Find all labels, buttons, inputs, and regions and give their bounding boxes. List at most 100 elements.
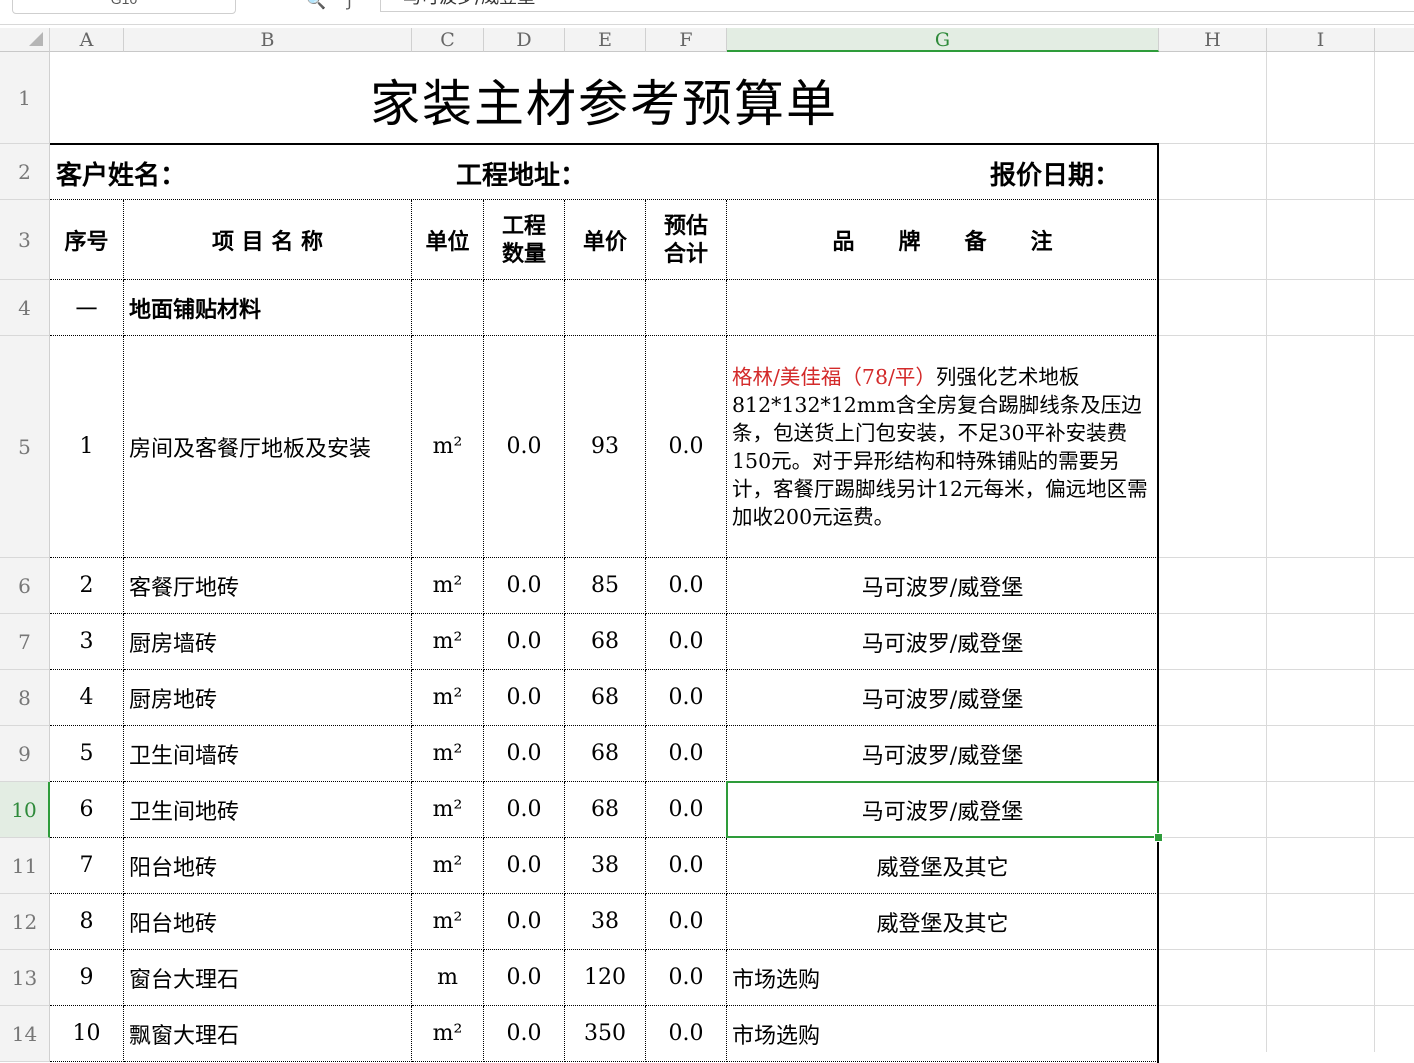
row-header-3[interactable]: 3 bbox=[0, 200, 50, 280]
item-qty[interactable]: 0.0 bbox=[484, 782, 565, 838]
item-note[interactable]: 马可波罗/威登堡 bbox=[727, 726, 1158, 782]
item-seq[interactable]: 8 bbox=[50, 894, 124, 950]
column-header-c[interactable]: C bbox=[412, 28, 484, 52]
customer-name-label[interactable]: 客户姓名： bbox=[56, 146, 186, 200]
row-header-12[interactable]: 12 bbox=[0, 894, 50, 950]
column-header-f[interactable]: F bbox=[646, 28, 727, 52]
item-total[interactable]: 0.0 bbox=[646, 726, 727, 782]
item-unit[interactable]: m² bbox=[412, 1006, 484, 1062]
item-price[interactable]: 68 bbox=[565, 670, 646, 726]
row-header-4[interactable]: 4 bbox=[0, 280, 50, 336]
item-name[interactable]: 卫生间地砖 bbox=[124, 782, 412, 838]
column-header-h[interactable]: H bbox=[1159, 28, 1267, 52]
item-unit[interactable]: m² bbox=[412, 336, 484, 558]
item-total[interactable]: 0.0 bbox=[646, 670, 727, 726]
item-unit[interactable]: m² bbox=[412, 670, 484, 726]
row-header-14[interactable]: 14 bbox=[0, 1006, 50, 1062]
item-price[interactable]: 85 bbox=[565, 558, 646, 614]
item-qty[interactable]: 0.0 bbox=[484, 838, 565, 894]
column-header-a[interactable]: A bbox=[50, 28, 124, 52]
item-note[interactable]: 威登堡及其它 bbox=[727, 894, 1158, 950]
section-total[interactable] bbox=[646, 280, 727, 336]
column-header-g[interactable]: G bbox=[727, 28, 1159, 52]
section-note[interactable] bbox=[727, 280, 1158, 336]
header-seq[interactable]: 序号 bbox=[50, 200, 124, 280]
item-price[interactable]: 68 bbox=[565, 614, 646, 670]
item-unit[interactable]: m² bbox=[412, 782, 484, 838]
item-qty[interactable]: 0.0 bbox=[484, 670, 565, 726]
item-seq[interactable]: 3 bbox=[50, 614, 124, 670]
row-header-2[interactable]: 2 bbox=[0, 144, 50, 200]
fill-handle[interactable] bbox=[1154, 833, 1163, 842]
header-brand-notes[interactable]: 品 牌 备 注 bbox=[727, 200, 1158, 280]
item-qty[interactable]: 0.0 bbox=[484, 336, 565, 558]
item-price[interactable]: 93 bbox=[565, 336, 646, 558]
item-total[interactable]: 0.0 bbox=[646, 558, 727, 614]
row-header-13[interactable]: 13 bbox=[0, 950, 50, 1006]
item-qty[interactable]: 0.0 bbox=[484, 1006, 565, 1062]
item-price[interactable]: 68 bbox=[565, 726, 646, 782]
row-header-7[interactable]: 7 bbox=[0, 614, 50, 670]
formula-input[interactable]: 马可波罗/威登堡 bbox=[380, 0, 1414, 12]
column-header-e[interactable]: E bbox=[565, 28, 646, 52]
item-seq[interactable]: 1 bbox=[50, 336, 124, 558]
quote-date-label[interactable]: 报价日期： bbox=[990, 146, 1120, 200]
column-header-b[interactable]: B bbox=[124, 28, 412, 52]
item-note[interactable]: 马可波罗/威登堡 bbox=[727, 614, 1158, 670]
item-unit[interactable]: m² bbox=[412, 558, 484, 614]
item-note[interactable]: 市场选购 bbox=[727, 1006, 1158, 1062]
item-seq[interactable]: 9 bbox=[50, 950, 124, 1006]
item-unit[interactable]: m bbox=[412, 950, 484, 1006]
item-qty[interactable]: 0.0 bbox=[484, 726, 565, 782]
formula-icons[interactable]: 🔍 ƒ bbox=[306, 0, 361, 10]
section-unit[interactable] bbox=[412, 280, 484, 336]
item-price[interactable]: 68 bbox=[565, 782, 646, 838]
item-price[interactable]: 120 bbox=[565, 950, 646, 1006]
item-qty[interactable]: 0.0 bbox=[484, 614, 565, 670]
item-seq[interactable]: 4 bbox=[50, 670, 124, 726]
row-header-8[interactable]: 8 bbox=[0, 670, 50, 726]
header-unit[interactable]: 单位 bbox=[412, 200, 484, 280]
item-unit[interactable]: m² bbox=[412, 614, 484, 670]
item-seq[interactable]: 7 bbox=[50, 838, 124, 894]
item-name[interactable]: 阳台地砖 bbox=[124, 838, 412, 894]
item-price[interactable]: 350 bbox=[565, 1006, 646, 1062]
item-name[interactable]: 飘窗大理石 bbox=[124, 1006, 412, 1062]
project-address-label[interactable]: 工程地址： bbox=[456, 146, 586, 200]
item-note[interactable]: 格林/美佳福（78/平）列强化艺术地板812*132*12mm含全房复合踢脚线条… bbox=[727, 336, 1158, 558]
column-header-i[interactable]: I bbox=[1267, 28, 1375, 52]
item-seq[interactable]: 10 bbox=[50, 1006, 124, 1062]
item-total[interactable]: 0.0 bbox=[646, 336, 727, 558]
item-total[interactable]: 0.0 bbox=[646, 614, 727, 670]
item-seq[interactable]: 6 bbox=[50, 782, 124, 838]
item-name[interactable]: 客餐厅地砖 bbox=[124, 558, 412, 614]
item-unit[interactable]: m² bbox=[412, 726, 484, 782]
item-note[interactable]: 马可波罗/威登堡 bbox=[727, 670, 1158, 726]
section-price[interactable] bbox=[565, 280, 646, 336]
name-box[interactable]: G10 bbox=[12, 0, 236, 14]
row-header-1[interactable]: 1 bbox=[0, 52, 50, 144]
item-note[interactable]: 威登堡及其它 bbox=[727, 838, 1158, 894]
column-header-next[interactable] bbox=[1375, 28, 1414, 52]
sheet-title[interactable]: 家装主材参考预算单 bbox=[50, 52, 1158, 144]
item-unit[interactable]: m² bbox=[412, 894, 484, 950]
item-seq[interactable]: 5 bbox=[50, 726, 124, 782]
item-seq[interactable]: 2 bbox=[50, 558, 124, 614]
item-name[interactable]: 卫生间墙砖 bbox=[124, 726, 412, 782]
section-qty[interactable] bbox=[484, 280, 565, 336]
item-total[interactable]: 0.0 bbox=[646, 782, 727, 838]
row-header-6[interactable]: 6 bbox=[0, 558, 50, 614]
item-total[interactable]: 0.0 bbox=[646, 894, 727, 950]
item-name[interactable]: 窗台大理石 bbox=[124, 950, 412, 1006]
item-qty[interactable]: 0.0 bbox=[484, 894, 565, 950]
item-total[interactable]: 0.0 bbox=[646, 838, 727, 894]
header-item-name[interactable]: 项 目 名 称 bbox=[124, 200, 412, 280]
header-estimated-total[interactable]: 预估 合计 bbox=[646, 200, 727, 280]
row-header-9[interactable]: 9 bbox=[0, 726, 50, 782]
item-qty[interactable]: 0.0 bbox=[484, 950, 565, 1006]
column-header-d[interactable]: D bbox=[484, 28, 565, 52]
section-seq[interactable]: 一 bbox=[50, 280, 124, 336]
item-price[interactable]: 38 bbox=[565, 894, 646, 950]
item-name[interactable]: 房间及客餐厅地板及安装 bbox=[124, 336, 412, 558]
row-header-5[interactable]: 5 bbox=[0, 336, 50, 558]
